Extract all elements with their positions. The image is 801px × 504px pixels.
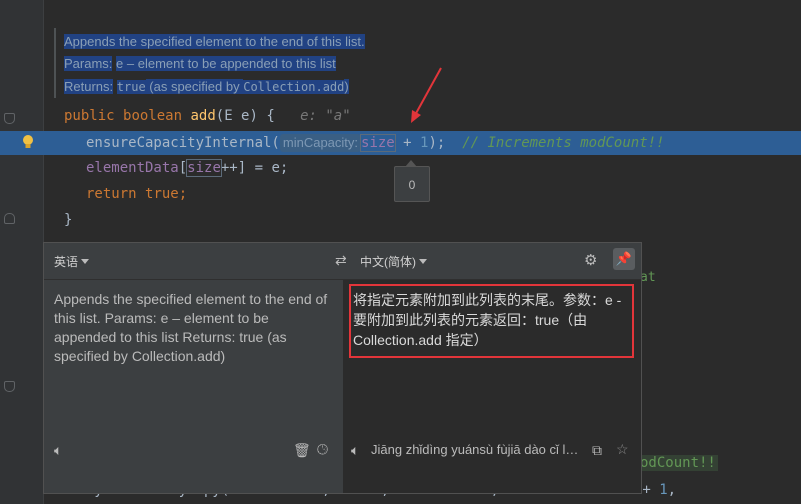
plus-op: + bbox=[394, 135, 421, 151]
trash-icon[interactable]: 🗑︎ bbox=[293, 442, 311, 459]
doc-params-label: Params: bbox=[64, 56, 113, 71]
doc-summary: Appends the specified element to the end… bbox=[64, 34, 365, 49]
doc-returns-code: Collection.add bbox=[243, 80, 345, 94]
doc-returns-rest: (as specified by bbox=[145, 79, 244, 94]
speaker-icon[interactable]: 🔈︎ bbox=[54, 442, 62, 459]
kw-boolean: boolean bbox=[123, 108, 183, 124]
chevron-down-icon bbox=[81, 259, 90, 264]
swap-languages-icon[interactable]: ⇄ bbox=[335, 252, 347, 269]
fold-marker-icon[interactable] bbox=[4, 213, 15, 224]
source-text[interactable]: Appends the specified element to the end… bbox=[54, 290, 332, 366]
closing-brace: } bbox=[64, 212, 73, 228]
code-line-signature: public boolean add(E e) { e: "a" bbox=[64, 108, 351, 124]
comment-fragment: at bbox=[640, 270, 656, 285]
gear-icon[interactable]: ⚙ bbox=[584, 251, 597, 269]
doc-line-1: Appends the specified element to the end… bbox=[64, 34, 365, 49]
doc-line-returns: Returns: true (as specified by Collectio… bbox=[64, 79, 349, 94]
doc-returns-true: true bbox=[116, 80, 146, 94]
chevron-down-icon bbox=[419, 259, 427, 264]
field-size[interactable]: size bbox=[360, 134, 396, 152]
translation-header: 英语 ⇄ 中文(简体) ⚙ 📌 bbox=[44, 243, 641, 280]
star-icon[interactable]: ☆ bbox=[616, 441, 629, 458]
comment-highlight: odCount!! bbox=[638, 455, 718, 471]
close-paren: ); bbox=[428, 135, 446, 151]
bottom-comment-fragment: odCount!! bbox=[638, 455, 718, 471]
speaker-icon[interactable]: 🔈︎ bbox=[351, 442, 359, 459]
translated-text[interactable]: 将指定元素附加到此列表的末尾。参数：e - 要附加到此列表的元素返回：true（… bbox=[353, 290, 629, 350]
doc-returns-end: ) bbox=[344, 79, 349, 94]
code-line-assign: elementData[size++] = e; bbox=[86, 159, 289, 177]
source-text-pane[interactable]: Appends the specified element to the end… bbox=[44, 280, 342, 493]
pin-icon[interactable]: 📌 bbox=[613, 248, 635, 270]
debug-hint: e: "a" bbox=[300, 108, 351, 124]
code-line-brace: } bbox=[64, 212, 72, 228]
code-comment: // Increments modCount!! bbox=[462, 135, 665, 151]
target-language-select[interactable]: 中文(简体) bbox=[360, 253, 427, 270]
code-fragment-right: at bbox=[640, 270, 656, 285]
kw-return: return bbox=[86, 186, 137, 202]
history-icon[interactable]: 🕒︎ bbox=[317, 441, 328, 458]
target-language-label: 中文(简体) bbox=[360, 255, 416, 269]
copy-icon[interactable]: ⧉ bbox=[592, 442, 602, 459]
field-size: size bbox=[186, 159, 222, 177]
value-tooltip: 0 bbox=[394, 160, 430, 202]
doc-line-params: Params: e – element to be appended to th… bbox=[64, 56, 336, 71]
op-increment: ++ bbox=[220, 160, 238, 176]
lightbulb-icon[interactable] bbox=[21, 134, 35, 150]
doc-params-value: e – element to be appended to this list bbox=[116, 56, 336, 71]
editor-gutter bbox=[0, 0, 44, 504]
translation-popup: 英语 ⇄ 中文(简体) ⚙ 📌 Appends the specified el… bbox=[43, 242, 642, 494]
assign-rest: ] = e; bbox=[237, 160, 289, 176]
translation-result-pane: 将指定元素附加到此列表的末尾。参数：e - 要附加到此列表的元素返回：true（… bbox=[343, 280, 641, 493]
fold-marker-icon[interactable] bbox=[4, 381, 15, 392]
doc-returns-label: Returns: bbox=[64, 79, 114, 94]
transliteration-text: Jiāng zhǐdìng yuánsù fùjiā dào cǐ liè... bbox=[371, 442, 581, 457]
inlay-hint-mincapacity: minCapacity: bbox=[279, 134, 362, 152]
num-one: 1 bbox=[659, 482, 668, 498]
method-name: add bbox=[190, 108, 216, 124]
tooltip-value: 0 bbox=[408, 178, 416, 192]
source-language-label: 英语 bbox=[54, 255, 79, 269]
field-elementdata: elementData bbox=[86, 160, 179, 176]
fold-marker-icon[interactable] bbox=[4, 113, 15, 124]
doc-comment-bar bbox=[54, 28, 56, 98]
semicolon: ; bbox=[178, 186, 188, 202]
source-language-select[interactable]: 英语 bbox=[54, 253, 90, 270]
ensure-call: ensureCapacityInternal( bbox=[86, 135, 280, 151]
kw-true: true bbox=[145, 186, 179, 202]
code-line-return: return true; bbox=[86, 186, 187, 202]
comma: , bbox=[667, 482, 677, 498]
signature-rest: (E e) { bbox=[215, 108, 275, 124]
kw-public: public bbox=[64, 108, 115, 124]
code-line-ensure: ensureCapacityInternal(minCapacity: size … bbox=[86, 134, 664, 152]
